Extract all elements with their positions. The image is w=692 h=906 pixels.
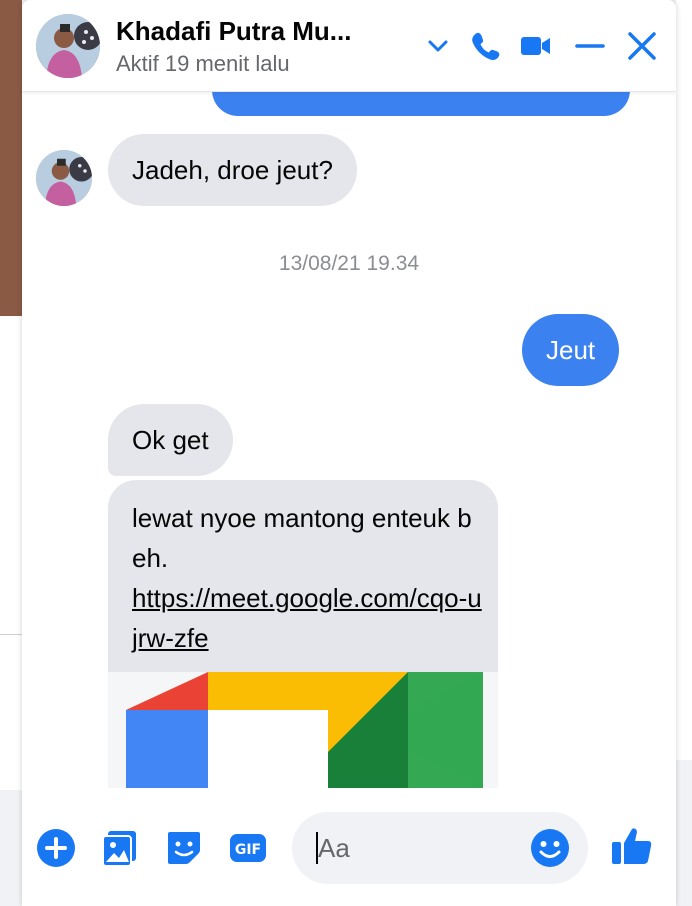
message-link-text: lewat nyoe mantong enteuk beh. https://m… <box>132 498 482 658</box>
link-preview-image[interactable] <box>108 672 498 788</box>
message-input[interactable] <box>318 828 518 868</box>
message-input-container[interactable] <box>292 812 588 884</box>
message-bubble-incoming[interactable]: Ok get <box>108 404 233 476</box>
emoji-icon[interactable] <box>530 828 570 868</box>
sticker-icon[interactable] <box>164 828 204 868</box>
message-bubble-outgoing[interactable]: Jeut <box>522 314 620 386</box>
message-bubble-outgoing-clipped[interactable] <box>212 92 630 116</box>
background-page <box>0 0 22 316</box>
message-link-card[interactable]: lewat nyoe mantong enteuk beh. https://m… <box>108 480 498 788</box>
photo-icon[interactable] <box>100 828 140 868</box>
google-meet-logo <box>108 672 498 788</box>
background-strip <box>0 790 22 906</box>
phone-icon[interactable] <box>468 28 504 64</box>
message-text: lewat nyoe mantong enteuk beh. <box>132 503 472 573</box>
message-timestamp: 13/08/21 19.34 <box>278 252 420 275</box>
background-page-right-lower <box>676 760 692 906</box>
chat-header: Khadafi Putra Mu... Aktif 19 menit lalu <box>22 0 676 92</box>
gif-icon[interactable]: GIF <box>228 828 268 868</box>
background-divider <box>0 634 22 635</box>
close-icon[interactable] <box>624 28 660 64</box>
message-list[interactable]: Jadeh, droe jeut? 13/08/21 19.34 Jeut Ok… <box>22 92 676 788</box>
contact-active-status: Aktif 19 menit lalu <box>116 51 290 76</box>
message-composer: GIF <box>22 788 676 906</box>
chevron-down-icon[interactable] <box>420 28 456 64</box>
chat-window: Khadafi Putra Mu... Aktif 19 menit lalu <box>22 0 676 906</box>
minimize-icon[interactable] <box>572 28 608 64</box>
contact-avatar[interactable] <box>36 14 100 78</box>
gif-label: GIF <box>235 842 261 858</box>
message-bubble-incoming[interactable]: Jadeh, droe jeut? <box>108 134 357 206</box>
contact-name[interactable]: Khadafi Putra Mu... <box>116 16 416 47</box>
thumbs-up-icon[interactable] <box>610 824 654 868</box>
video-camera-icon[interactable] <box>518 28 554 64</box>
meeting-link[interactable]: https://meet.google.com/cqo-ujrw-zfe <box>132 583 482 653</box>
message-avatar[interactable] <box>36 150 92 206</box>
plus-circle-icon[interactable] <box>36 828 76 868</box>
